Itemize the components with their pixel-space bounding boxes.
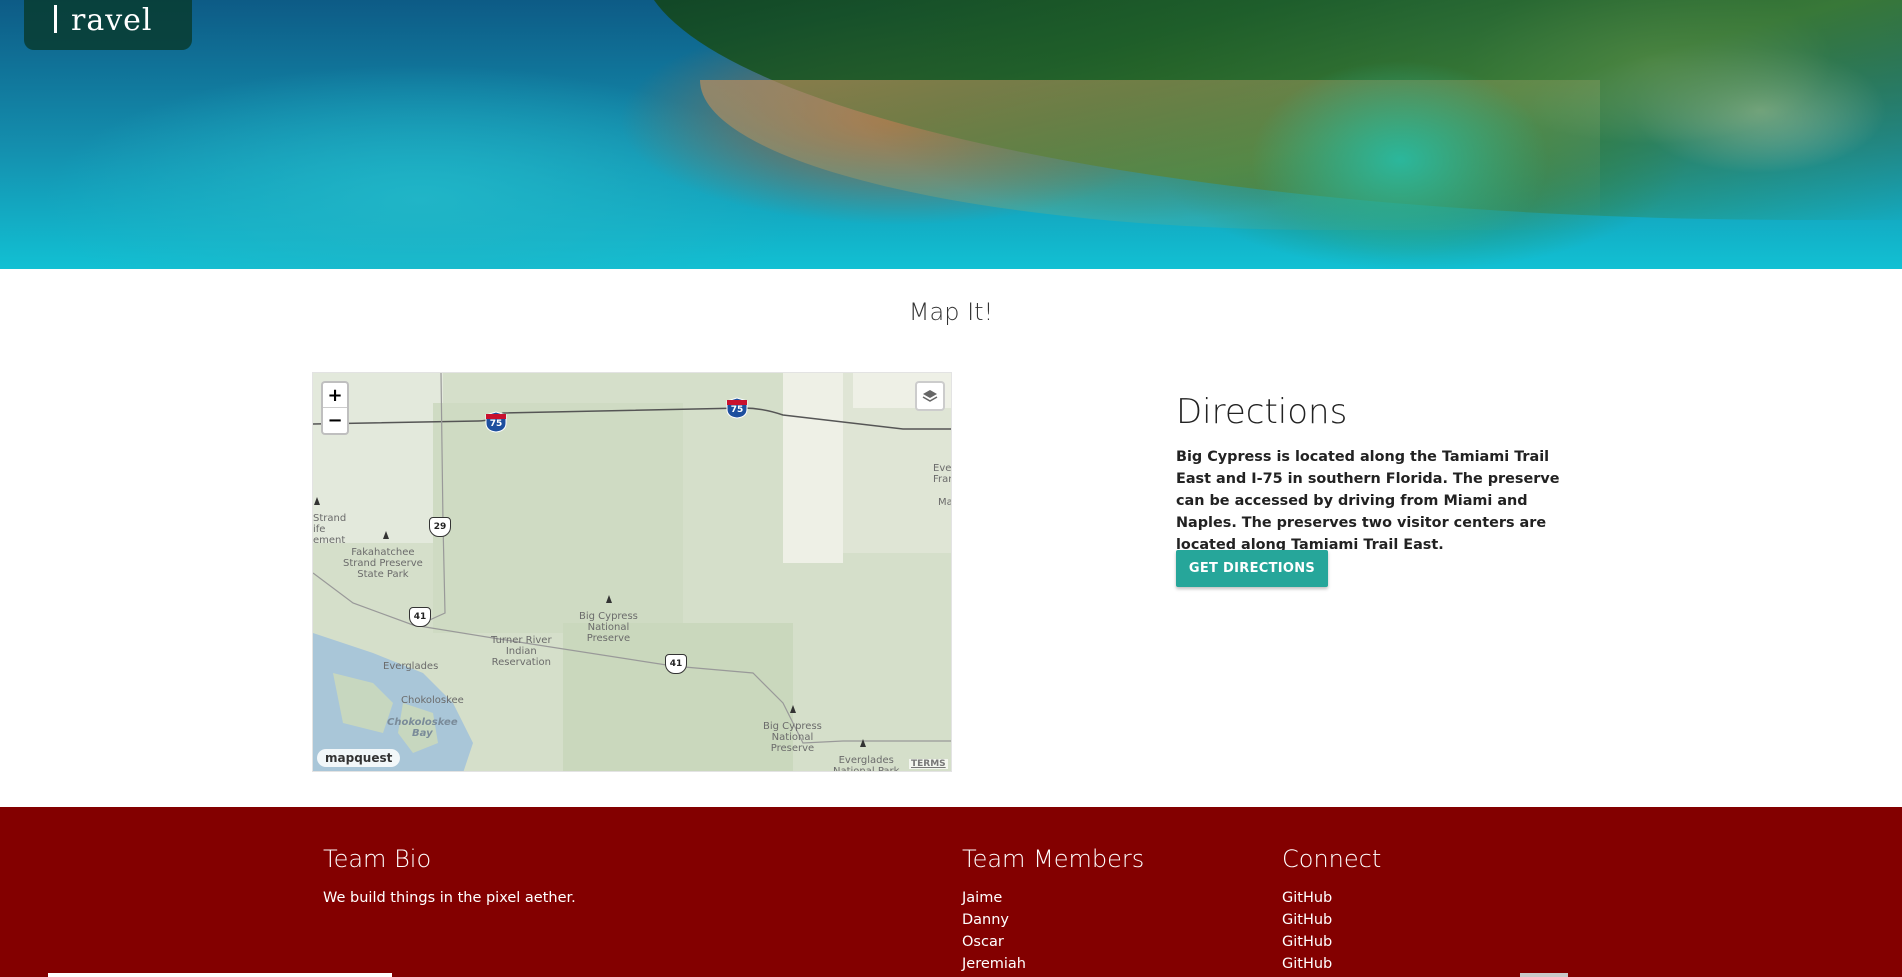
footer: Team Bio We build things in the pixel ae… [0, 807, 1902, 977]
park-marker-icon [606, 595, 612, 603]
park-marker-icon [383, 531, 389, 539]
map-label: Big Cypress National Preserve [579, 611, 638, 644]
connect-list: GitHub GitHub GitHub GitHub [1282, 887, 1381, 975]
team-member-item: Oscar [962, 934, 1004, 950]
directions-text: Big Cypress is located along the Tamiami… [1176, 449, 1560, 553]
map-label: Chokoloskee [401, 695, 464, 706]
i75-shield: 75 [485, 411, 507, 433]
map-label: Ma [938, 497, 952, 508]
team-member-item: Jeremiah [962, 956, 1026, 972]
github-link[interactable]: GitHub [1282, 953, 1381, 975]
footer-scroll-indicator [1520, 973, 1568, 977]
connect-heading: Connect [1282, 845, 1382, 873]
github-link[interactable]: GitHub [1282, 887, 1381, 909]
team-bio-text: We build things in the pixel aether. [323, 890, 576, 906]
park-marker-icon [790, 705, 796, 713]
hero-lagoon [1250, 60, 1550, 260]
logo-wordmark: ravel [71, 2, 153, 38]
route-29-shield: 29 [429, 517, 451, 537]
terms-link[interactable]: TERMS [909, 759, 948, 769]
i75-shield: 75 [726, 397, 748, 419]
team-members-list: Jaime Danny Oscar Jeremiah [962, 887, 1144, 975]
map-label: Everglades National Park [833, 755, 900, 772]
map-label: Everglades [383, 661, 439, 672]
zoom-in-button[interactable]: + [323, 383, 347, 408]
layers-icon [922, 390, 938, 402]
directions-panel: Directions Big Cypress is located along … [1176, 392, 1581, 587]
map-label: Turner River Indian Reservation [491, 635, 552, 668]
github-link[interactable]: GitHub [1282, 909, 1381, 931]
map-label: Chokoloskee Bay [387, 717, 458, 739]
park-marker-icon [860, 739, 866, 747]
logo-text: ravel [54, 3, 153, 38]
layers-button[interactable] [915, 381, 945, 411]
footer-team-bio: Team Bio We build things in the pixel ae… [323, 845, 576, 909]
zoom-control: + − [321, 381, 349, 435]
mapquest-logo[interactable]: mapquest [317, 749, 401, 767]
map-label: Ever Fran [933, 463, 952, 485]
map-label: Fakahatchee Strand Preserve State Park [343, 547, 423, 580]
github-link[interactable]: GitHub [1282, 931, 1381, 953]
team-bio-heading: Team Bio [323, 845, 432, 873]
map-widget[interactable]: 75 75 29 41 41 Strand ife ement Fakahatc… [312, 372, 952, 772]
footer-connect: Connect GitHub GitHub GitHub GitHub [1282, 845, 1381, 975]
team-members-heading: Team Members [962, 845, 1145, 873]
directions-heading: Directions [1176, 392, 1348, 432]
team-member-item: Jaime [962, 890, 1003, 906]
footer-progress-bar [48, 973, 392, 977]
zoom-out-button[interactable]: − [323, 408, 347, 433]
park-marker-icon [314, 497, 320, 505]
logo-t-stroke [54, 4, 57, 33]
hero-banner: ravel [0, 0, 1902, 269]
page-title: Map It! [908, 298, 994, 326]
footer-team-members: Team Members Jaime Danny Oscar Jeremiah [962, 845, 1144, 975]
map-label: Big Cypress National Preserve [763, 721, 822, 754]
us41-shield: 41 [665, 654, 687, 674]
map-label: Strand ife ement [313, 513, 347, 546]
us41-shield: 41 [409, 607, 431, 627]
get-directions-button[interactable]: GET DIRECTIONS [1176, 550, 1328, 587]
site-logo[interactable]: ravel [24, 0, 192, 50]
team-member-item: Danny [962, 912, 1010, 928]
